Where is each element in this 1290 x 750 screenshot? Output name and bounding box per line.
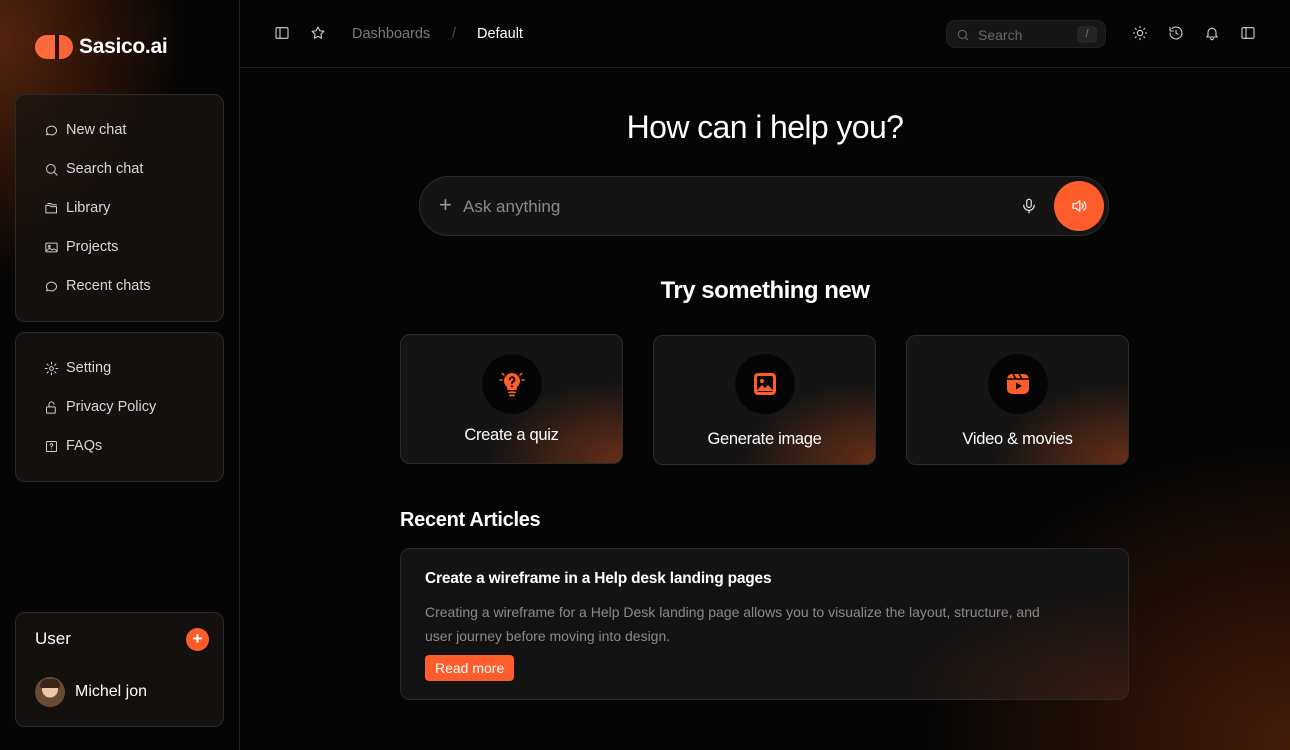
sidebar-item-privacy-policy[interactable]: Privacy Policy xyxy=(44,399,156,415)
article-description: Creating a wireframe for a Help Desk lan… xyxy=(425,604,1040,644)
card-create-quiz[interactable]: Create a quiz xyxy=(400,334,623,464)
mic-icon[interactable] xyxy=(1020,197,1038,215)
question-icon xyxy=(46,440,57,452)
sidebar-item-library[interactable]: Library xyxy=(44,200,110,216)
topbar: Dashboards / Default Search / xyxy=(240,0,1290,68)
section-title-articles: Recent Articles xyxy=(400,509,541,531)
search-icon xyxy=(957,29,969,41)
card-label: Create a quiz xyxy=(464,426,559,444)
gear-icon xyxy=(44,361,59,375)
card-label: Generate image xyxy=(707,430,822,448)
card-generate-image[interactable]: Generate image xyxy=(653,335,876,465)
sidebar-item-search-chat[interactable]: Search chat xyxy=(44,161,143,177)
search-placeholder: Search xyxy=(978,27,1023,43)
sidebar-item-recent-chats[interactable]: Recent chats xyxy=(44,278,151,294)
ask-input[interactable]: + Ask anything xyxy=(419,176,1109,236)
breadcrumb-current: Default xyxy=(477,26,523,42)
voice-button[interactable] xyxy=(1054,181,1104,231)
user-section-title: User xyxy=(35,629,71,648)
sidebar-item-label: Search chat xyxy=(66,161,144,177)
folder-icon xyxy=(45,202,57,213)
lightbulb-question-icon xyxy=(482,354,542,414)
card-label: Video & movies xyxy=(962,430,1073,448)
sidebar-item-label: Library xyxy=(66,200,111,216)
sidebar-toggle-icon[interactable] xyxy=(274,25,290,41)
chat-bubble-icon xyxy=(46,281,57,291)
breadcrumb-separator: / xyxy=(452,26,457,42)
read-more-button[interactable]: Read more xyxy=(425,655,515,681)
bell-icon[interactable] xyxy=(1204,25,1220,41)
sidebar-item-new-chat[interactable]: New chat xyxy=(44,122,126,138)
page-title: How can i help you? xyxy=(626,109,904,145)
sidebar-item-label: New chat xyxy=(66,122,127,138)
avatar[interactable] xyxy=(35,677,65,707)
sidebar-item-label: Recent chats xyxy=(66,278,151,294)
article-title[interactable]: Create a wireframe in a Help desk landin… xyxy=(425,570,772,588)
brand-name: Sasico.ai xyxy=(79,35,168,58)
section-title-try: Try something new xyxy=(660,277,870,304)
logo[interactable]: Sasico.ai xyxy=(35,34,168,60)
search-input[interactable]: Search / xyxy=(946,20,1106,48)
image-icon xyxy=(45,242,58,252)
logo-mark xyxy=(35,34,73,60)
user-panel: User + Michel jon xyxy=(15,612,224,727)
lock-icon xyxy=(46,400,56,414)
sidebar-item-label: FAQs xyxy=(66,438,103,454)
ask-placeholder: Ask anything xyxy=(463,197,561,216)
attach-plus-icon[interactable]: + xyxy=(439,192,452,218)
panel-toggle-icon[interactable] xyxy=(1240,25,1256,41)
star-icon[interactable] xyxy=(310,25,326,41)
user-name[interactable]: Michel jon xyxy=(75,683,147,701)
main-content: How can i help you? + Ask anything Try s… xyxy=(240,68,1290,750)
search-icon xyxy=(46,163,58,176)
sidebar-item-label: Projects xyxy=(66,239,119,255)
image-icon xyxy=(735,354,795,414)
video-play-icon xyxy=(988,354,1048,414)
chat-bubble-icon xyxy=(46,125,57,135)
history-icon[interactable] xyxy=(1168,25,1184,41)
sun-icon[interactable] xyxy=(1132,25,1148,41)
search-shortcut: / xyxy=(1077,26,1097,43)
sidebar: Sasico.ai New chat Search chat Library P… xyxy=(0,0,240,750)
article-card: Create a wireframe in a Help desk landin… xyxy=(400,548,1129,700)
sidebar-item-setting[interactable]: Setting xyxy=(44,360,111,376)
card-video-movies[interactable]: Video & movies xyxy=(906,335,1129,465)
speaker-icon xyxy=(1072,200,1087,212)
add-user-button[interactable]: + xyxy=(186,628,209,651)
sidebar-item-projects[interactable]: Projects xyxy=(44,239,118,255)
breadcrumb-parent[interactable]: Dashboards xyxy=(352,26,430,42)
sidebar-item-label: Setting xyxy=(66,360,112,376)
sidebar-item-faqs[interactable]: FAQs xyxy=(44,438,102,454)
secondary-nav: Setting Privacy Policy FAQs xyxy=(15,332,224,482)
primary-nav: New chat Search chat Library Projects Re… xyxy=(15,94,224,322)
sidebar-item-label: Privacy Policy xyxy=(66,399,157,415)
